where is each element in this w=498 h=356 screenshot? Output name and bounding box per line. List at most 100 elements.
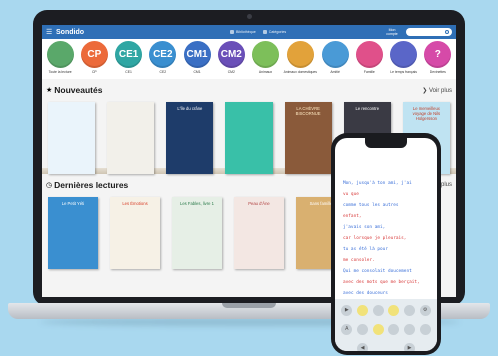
library-link-label: Bibliothèque (236, 30, 256, 34)
controls-row-3: ◀ ▶ (335, 340, 437, 351)
category-icon (286, 41, 314, 68)
book-title: Le rencontre (355, 106, 380, 111)
category-bar: Toute la lecture CP CP CE1 CE1 CE2 CE2 CM1 CM1 CM… (42, 39, 456, 79)
reading-line: Mon, jusqu'à ton ami, j'ai (343, 181, 412, 186)
category-label: Animaux domestiques (283, 70, 317, 74)
app-topbar: ☰ Sondido Bibliothèque Catégories Mon co… (42, 25, 456, 39)
category-label: Animaux (258, 70, 273, 74)
book-cover[interactable] (48, 102, 96, 174)
category-icon: ? (424, 41, 452, 68)
option-button-5[interactable] (403, 323, 415, 335)
highlight-yellow-button-2[interactable] (388, 304, 400, 316)
option-button-2[interactable] (403, 304, 415, 316)
account-label: Mon compte (386, 28, 398, 36)
account-button[interactable]: Mon compte (383, 28, 401, 36)
category-icon (321, 41, 349, 68)
option-button-4[interactable] (388, 323, 400, 335)
book-cover[interactable] (225, 102, 273, 174)
option-button-6[interactable] (419, 323, 431, 335)
library-icon (230, 30, 234, 34)
recent-see-more-label: plus (440, 182, 452, 188)
reading-line: Qui me consolait doucement (343, 269, 412, 274)
reading-line: car lorsque je pleurais, (343, 236, 407, 241)
category-icon (46, 41, 74, 68)
book-cover[interactable]: Les Fables, livre 1 (172, 197, 222, 269)
category-label: CM2 (227, 70, 235, 74)
controls-row-1: ▶ ⚙ (335, 302, 437, 318)
reader-controls: ▶ ⚙ A ◀ ▶ (335, 299, 437, 351)
forward-icon[interactable]: ▶ (404, 342, 415, 351)
laptop-notch (222, 303, 276, 308)
book-cover[interactable]: Le Petit Yéti (48, 197, 98, 269)
category-label: CE2 (159, 70, 167, 74)
category-icon (355, 41, 383, 68)
reading-line: comme tous les autres (343, 203, 399, 208)
reading-line: me consoler. (343, 258, 375, 263)
new-see-more-link[interactable]: ❯ Voir plus (422, 87, 452, 94)
settings-icon[interactable]: ⚙ (419, 304, 431, 316)
category-label: Amitié (330, 70, 340, 74)
option-button-3[interactable] (356, 323, 368, 335)
reading-line: avec des douceurs (343, 291, 388, 296)
book-cover[interactable] (107, 102, 155, 174)
new-section-title: Nouveautés (54, 85, 103, 95)
category-item[interactable]: ? Devinettes (422, 41, 454, 79)
category-icon (252, 41, 280, 68)
category-item[interactable]: Famille (353, 41, 385, 79)
book-title: LA CHÈVRE BISCORNUE (295, 106, 321, 117)
category-item[interactable]: Le temps français (387, 41, 419, 79)
category-label: Toute la lecture (48, 70, 72, 74)
categories-icon (262, 30, 267, 34)
highlight-yellow-button-3[interactable] (372, 323, 384, 335)
category-item[interactable]: CP CP (78, 41, 110, 79)
clock-icon: ◷ (46, 182, 53, 189)
category-item[interactable]: Amitié (319, 41, 351, 79)
reading-line: vu que (343, 192, 359, 197)
app-brand[interactable]: Sondido (56, 29, 84, 36)
highlight-yellow-button[interactable] (356, 304, 368, 316)
laptop-camera (247, 14, 252, 19)
search-input[interactable] (406, 28, 452, 36)
phone-screen: Mon, jusqu'à ton ami, j'ai vu que comme to… (335, 138, 437, 351)
category-icon: CE2 (149, 41, 177, 68)
book-title: L'île du crâne (177, 106, 203, 111)
category-label: CE1 (125, 70, 132, 74)
book-cover[interactable]: LA CHÈVRE BISCORNUE (284, 102, 332, 174)
categories-link-label: Catégories (268, 30, 287, 34)
category-item[interactable]: Toute la lecture (44, 41, 76, 79)
book-cover[interactable]: L'île du crâne (166, 102, 214, 174)
category-item[interactable]: CM1 CM1 (181, 41, 213, 79)
reading-line: enfant, (343, 214, 362, 219)
reading-line: avec des mots que me berçait, (343, 280, 420, 285)
categories-link[interactable]: Catégories (262, 30, 287, 34)
controls-row-2: A (335, 321, 437, 337)
menu-icon[interactable]: ☰ (46, 28, 53, 36)
category-item[interactable]: Animaux domestiques (284, 41, 317, 79)
book-cover[interactable]: Les Émotions (110, 197, 160, 269)
play-icon[interactable]: ▶ (341, 304, 353, 316)
category-icon: CM1 (183, 41, 211, 68)
book-title: Les Émotions (122, 201, 148, 206)
category-label: Devinettes (429, 70, 446, 74)
reading-line: tu as été là pour (343, 247, 388, 252)
category-item[interactable]: CM2 CM2 (215, 41, 247, 79)
library-link[interactable]: Bibliothèque (230, 30, 256, 34)
book-cover[interactable]: Peau d'Âne (234, 197, 284, 269)
category-icon: CE1 (115, 41, 143, 68)
search-icon (445, 29, 449, 34)
option-button[interactable] (372, 304, 384, 316)
book-title: Le Petit Yéti (61, 201, 85, 206)
category-icon: CM2 (217, 41, 245, 68)
category-item[interactable]: CE2 CE2 (147, 41, 179, 79)
recent-section-title: Dernières lectures (54, 180, 129, 190)
new-see-more-label: Voir plus (428, 87, 452, 94)
phone-notch (365, 138, 407, 148)
back-icon[interactable]: ◀ (357, 342, 368, 351)
text-size-icon[interactable]: A (341, 323, 353, 335)
recent-see-more-link[interactable]: plus (441, 182, 452, 188)
category-item[interactable]: CE1 CE1 (112, 41, 144, 79)
category-label: Famille (363, 70, 375, 74)
reading-line: j'avais son ami, (343, 225, 386, 230)
category-item[interactable]: Animaux (249, 41, 281, 79)
book-title: Peau d'Âne (248, 201, 270, 206)
